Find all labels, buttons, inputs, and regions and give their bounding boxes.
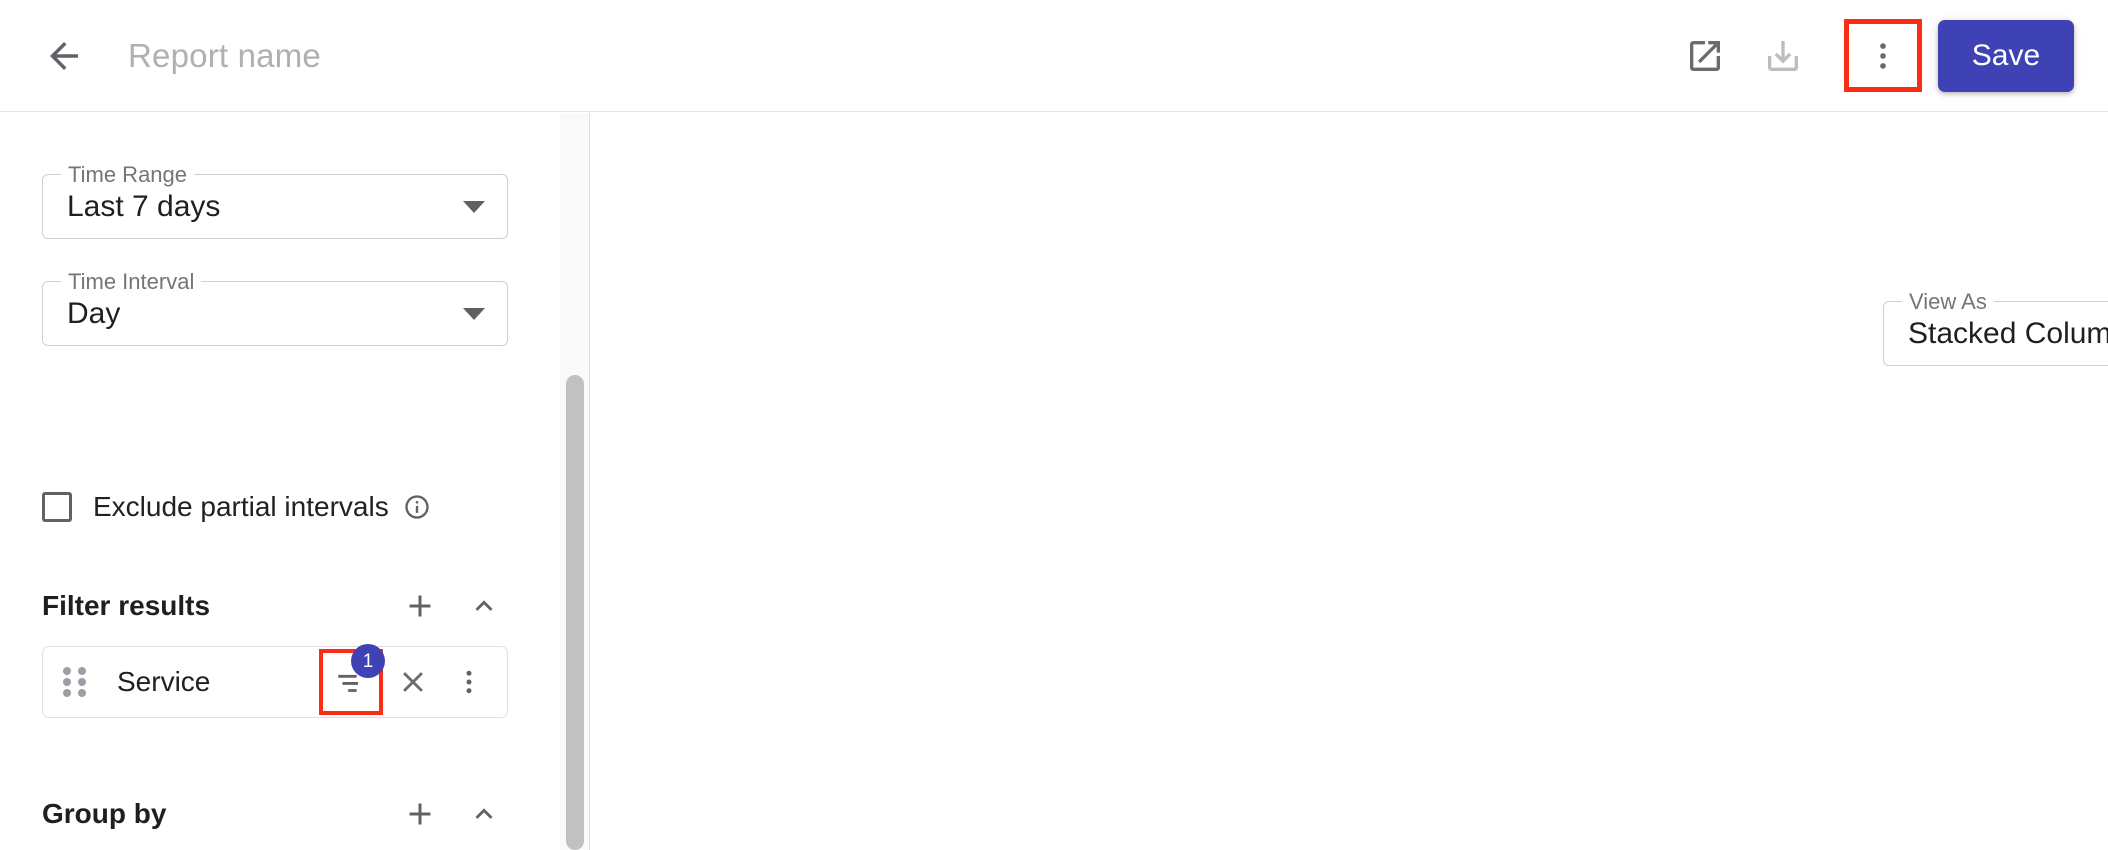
group-by-title: Group by [42, 798, 167, 829]
chevron-up-icon [475, 600, 493, 611]
filter-results-title: Filter results [42, 590, 211, 621]
time-interval-value: Day [67, 296, 121, 330]
plus-icon [409, 595, 431, 617]
filter-item-label: Service [117, 666, 211, 697]
filter-item-service[interactable]: Service 1 [42, 644, 508, 718]
settings-sidebar: Time Range Last 7 days Time Interval Day… [0, 113, 560, 850]
sidebar-scrollbar-thumb[interactable] [566, 375, 584, 850]
plus-icon [409, 803, 431, 825]
add-filter-button[interactable] [396, 582, 444, 630]
download-button[interactable] [1744, 17, 1822, 95]
more-vert-icon [466, 670, 472, 694]
info-outline-icon [405, 495, 429, 519]
header-actions: Save [1666, 17, 2074, 95]
chevron-down-icon [463, 200, 485, 213]
time-range-select[interactable]: Time Range Last 7 days [42, 162, 508, 239]
time-interval-select[interactable]: Time Interval Day [42, 269, 508, 346]
more-vert-icon [1880, 42, 1886, 69]
remove-filter-button[interactable] [389, 658, 437, 706]
view-as-value: Stacked Column [1908, 316, 2108, 350]
view-as-label: View As [1902, 289, 1994, 315]
drag-handle-icon[interactable] [63, 667, 89, 697]
sidebar-scrollbar[interactable] [560, 113, 590, 850]
chevron-down-icon [463, 307, 485, 320]
open-in-new-icon [1690, 40, 1720, 71]
exclude-partial-intervals-label: Exclude partial intervals [93, 491, 389, 522]
filter-results-section-header: Filter results [42, 582, 508, 630]
open-external-button[interactable] [1666, 17, 1744, 95]
close-icon [403, 672, 423, 692]
group-by-section-header: Group by [42, 790, 508, 838]
download-icon [1768, 40, 1798, 71]
page-title: Report name [128, 36, 321, 74]
save-button[interactable]: Save [1938, 19, 2074, 92]
report-canvas: View As Stacked Column View data as Actu… [591, 113, 2108, 850]
time-interval-label: Time Interval [61, 269, 202, 295]
filter-values-button[interactable]: 1 [319, 644, 385, 715]
filter-count-badge: 1 [351, 644, 385, 678]
exclude-partial-intervals-row[interactable]: Exclude partial intervals [42, 491, 431, 523]
more-options-button[interactable] [1844, 19, 1922, 92]
time-range-value: Last 7 days [67, 189, 221, 223]
collapse-group-section-button[interactable] [460, 790, 508, 838]
chevron-up-icon [475, 808, 493, 819]
view-as-select[interactable]: View As Stacked Column [1883, 289, 2108, 366]
add-group-button[interactable] [396, 790, 444, 838]
filter-item-menu-button[interactable] [445, 658, 493, 706]
arrow-left-icon [50, 41, 78, 70]
exclude-partial-intervals-checkbox[interactable] [42, 492, 72, 522]
info-icon[interactable] [403, 493, 431, 521]
back-button[interactable] [32, 24, 96, 88]
time-range-label: Time Range [61, 162, 195, 188]
collapse-filter-section-button[interactable] [460, 582, 508, 630]
app-header: Report name Save [0, 0, 2108, 112]
